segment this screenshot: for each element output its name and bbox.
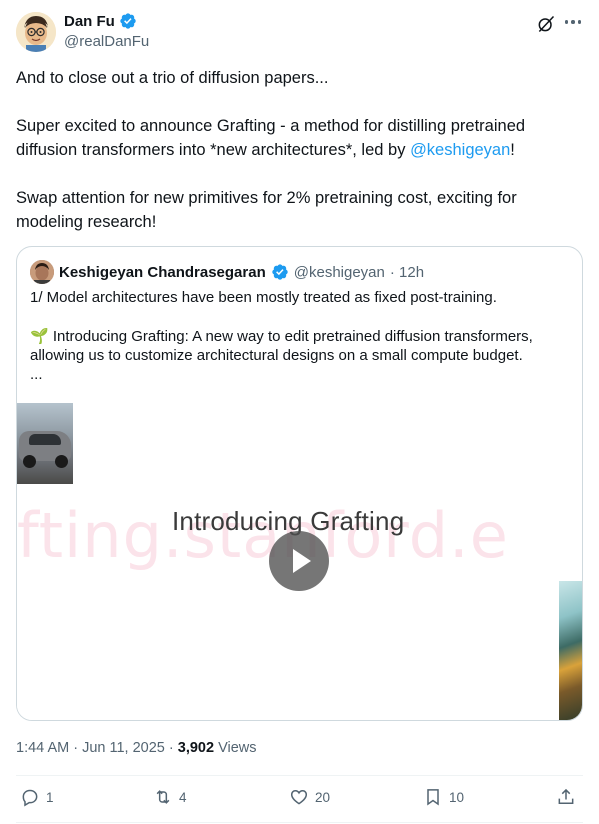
- video-player[interactable]: fting.stanford.e Introducing Grafting: [17, 403, 582, 720]
- car-image-thumbnail: [17, 403, 73, 484]
- like-count: 20: [315, 789, 331, 805]
- seedling-icon: 🌱: [30, 328, 49, 345]
- quote-timestamp[interactable]: · 12h: [390, 264, 424, 281]
- repost-button[interactable]: 4: [153, 787, 187, 807]
- quote-verified-badge-icon: [272, 264, 288, 280]
- repost-icon: [156, 790, 170, 804]
- tweet-text: And to close out a trio of diffusion pap…: [16, 66, 581, 234]
- quote-author-handle[interactable]: @keshigeyan: [294, 264, 385, 281]
- tweet-paragraph-2: Super excited to announce Grafting - a m…: [16, 114, 581, 162]
- tweet: Dan Fu @realDanFu And to close out a tri…: [0, 0, 599, 824]
- author-avatar[interactable]: [16, 12, 56, 52]
- share-button[interactable]: [556, 787, 576, 807]
- divider: [16, 775, 583, 776]
- play-button-icon[interactable]: [269, 531, 329, 591]
- bookmark-icon: [427, 789, 439, 806]
- reply-count: 1: [46, 789, 54, 805]
- action-bar: 1 4 20 10: [16, 787, 583, 813]
- like-button[interactable]: 20: [289, 787, 330, 807]
- author-name-row[interactable]: Dan Fu: [64, 12, 137, 30]
- bookmark-count: 10: [449, 789, 465, 805]
- quote-text: 1/ Model architectures have been mostly …: [30, 288, 570, 384]
- reply-button[interactable]: 1: [20, 787, 54, 807]
- tweet-time[interactable]: 1:44 AM · Jun 11, 2025 ·: [16, 740, 178, 756]
- mention-link[interactable]: @keshigeyan: [410, 141, 510, 159]
- repost-count: 4: [179, 789, 187, 805]
- heart-icon: [290, 789, 308, 805]
- quote-ellipsis: ...: [30, 366, 43, 383]
- views-label: Views: [214, 740, 257, 756]
- tweet-metadata: 1:44 AM · Jun 11, 2025 · 3,902 Views: [16, 740, 257, 756]
- quote-author-avatar[interactable]: [30, 260, 54, 284]
- tweet-paragraph-3: Swap attention for new primitives for 2%…: [16, 189, 517, 231]
- quote-paragraph-2-text: Introducing Grafting: A new way to edit …: [30, 328, 533, 364]
- share-icon: [558, 788, 574, 804]
- bookmark-button[interactable]: 10: [423, 787, 464, 807]
- tweet-paragraph-1: And to close out a trio of diffusion pap…: [16, 69, 329, 87]
- author-handle[interactable]: @realDanFu: [64, 33, 149, 50]
- author-name[interactable]: Dan Fu: [64, 13, 115, 30]
- views-count: 3,902: [177, 740, 215, 756]
- quote-paragraph-2: 🌱 Introducing Grafting: A new way to edi…: [30, 327, 570, 365]
- quote-paragraph-1: 1/ Model architectures have been mostly …: [30, 289, 497, 306]
- painting-image-thumbnail: [559, 581, 582, 720]
- grok-icon[interactable]: [536, 14, 556, 34]
- reply-icon: [22, 789, 38, 807]
- quote-header: Keshigeyan Chandrasegaran @keshigeyan · …: [30, 260, 424, 284]
- verified-badge-icon: [120, 13, 136, 29]
- tweet-paragraph-2-end: !: [510, 141, 515, 159]
- more-options-icon[interactable]: [563, 12, 583, 32]
- bottom-divider: [16, 822, 583, 823]
- quote-author-name[interactable]: Keshigeyan Chandrasegaran: [59, 264, 266, 281]
- quoted-tweet[interactable]: Keshigeyan Chandrasegaran @keshigeyan · …: [16, 246, 583, 721]
